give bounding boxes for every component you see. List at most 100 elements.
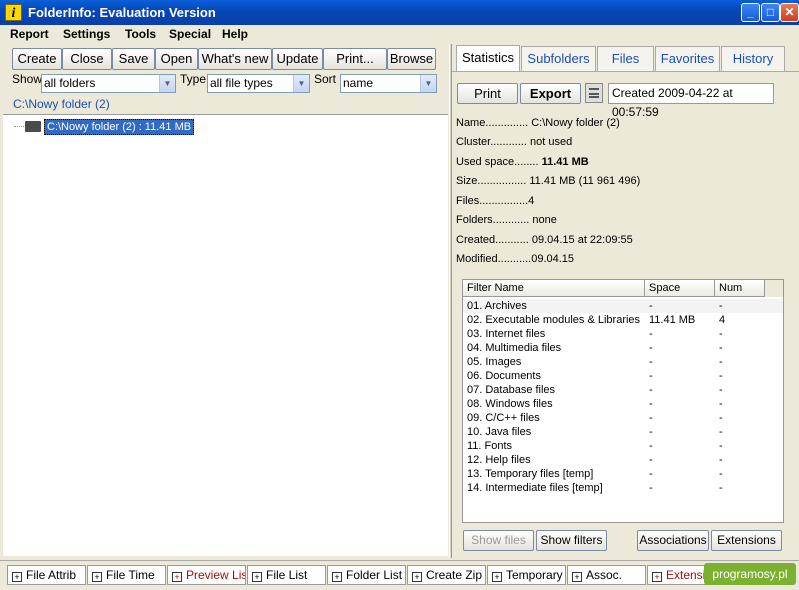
- folder-list-button[interactable]: + Folder List: [327, 565, 406, 585]
- chevron-down-icon[interactable]: ▼: [293, 75, 309, 92]
- table-row[interactable]: 13. Temporary files [temp] - -: [463, 467, 783, 481]
- info-value: 09.04.15: [531, 253, 575, 265]
- sort-label: Sort: [314, 72, 337, 86]
- column-space[interactable]: Space: [645, 280, 715, 297]
- cell-num: -: [719, 440, 723, 452]
- menu-help[interactable]: Help: [222, 27, 248, 41]
- table-row[interactable]: 04. Multimedia files - -: [463, 341, 783, 355]
- table-row[interactable]: 14. Intermediate files [temp] - -: [463, 481, 783, 495]
- table-row[interactable]: 06. Documents - -: [463, 369, 783, 383]
- table-row[interactable]: 09. C/C++ files - -: [463, 411, 783, 425]
- table-row[interactable]: 11. Fonts - -: [463, 439, 783, 453]
- menu-report[interactable]: Report: [10, 27, 49, 41]
- table-row[interactable]: 02. Executable modules & Libraries 11.41 …: [463, 313, 783, 327]
- menu-special[interactable]: Special: [169, 27, 211, 41]
- tab-history[interactable]: History: [721, 46, 785, 71]
- save-button[interactable]: Save: [112, 48, 155, 70]
- file-attrib-button[interactable]: + File Attrib: [7, 565, 86, 585]
- file-list-button[interactable]: + File List: [247, 565, 326, 585]
- preview-list-button[interactable]: + Preview List: [167, 565, 246, 585]
- whats-new-button[interactable]: What's new: [198, 48, 272, 70]
- cell-space: -: [649, 328, 653, 340]
- type-dropdown[interactable]: all file types ▼: [207, 74, 310, 93]
- folder-tree[interactable]: C:\Nowy folder (2) : 11.41 MB: [3, 114, 448, 556]
- table-row[interactable]: 10. Java files - -: [463, 425, 783, 439]
- column-num[interactable]: Num: [715, 280, 765, 297]
- print-button[interactable]: Print: [457, 83, 518, 104]
- associations-button[interactable]: Associations: [637, 530, 709, 551]
- table-row[interactable]: 08. Windows files - -: [463, 397, 783, 411]
- create-button[interactable]: Create: [12, 48, 62, 70]
- chevron-down-icon[interactable]: ▼: [420, 75, 436, 92]
- cell-num: -: [719, 426, 723, 438]
- info-value: none: [532, 214, 557, 226]
- minimize-button[interactable]: _: [741, 3, 760, 22]
- maximize-button[interactable]: □: [761, 3, 780, 22]
- export-button[interactable]: Export: [520, 83, 581, 104]
- created-timestamp: Created 2009-04-22 at 00:57:59: [608, 83, 774, 119]
- cell-num: -: [719, 370, 723, 382]
- tab-files[interactable]: Files: [597, 46, 654, 71]
- table-row[interactable]: 05. Images - -: [463, 355, 783, 369]
- print-toolbar-button[interactable]: Print...: [323, 48, 387, 70]
- watermark: programosy.pl: [704, 563, 796, 585]
- plus-box-icon: +: [572, 572, 582, 582]
- browse-button[interactable]: Browse: [387, 48, 436, 70]
- show-value: all folders: [44, 76, 96, 90]
- window-title: FolderInfo: Evaluation Version: [28, 5, 216, 20]
- show-files-button[interactable]: Show files: [463, 530, 534, 551]
- info-row-modified: Modified...........09.04.15: [456, 253, 574, 265]
- plus-box-icon: +: [652, 572, 662, 582]
- info-row-created: Created........... 09.04.15 at 22:09:55: [456, 234, 633, 246]
- cell-filter-name: 06. Documents: [467, 370, 541, 382]
- info-label: Used space........: [456, 156, 539, 168]
- info-label: Modified...........: [456, 253, 532, 265]
- filter-table[interactable]: Filter Name Space Num 01. Archives - -02. …: [462, 279, 784, 523]
- file-time-button[interactable]: + File Time: [87, 565, 166, 585]
- current-path: C:\Nowy folder (2): [13, 97, 110, 111]
- menu-settings[interactable]: Settings: [63, 27, 110, 41]
- cell-filter-name: 03. Internet files: [467, 328, 546, 340]
- tab-subfolders[interactable]: Subfolders: [521, 46, 596, 71]
- cell-num: -: [719, 300, 723, 312]
- temporary-button[interactable]: + Temporary: [487, 565, 566, 585]
- tab-favorites[interactable]: Favorites: [655, 46, 720, 71]
- close-button[interactable]: Close: [62, 48, 112, 70]
- info-row-folders: Folders............ none: [456, 214, 557, 226]
- menu-tools[interactable]: Tools: [125, 27, 156, 41]
- show-filters-button[interactable]: Show filters: [536, 530, 607, 551]
- status-bar: + File Attrib + File Time + Preview List + F…: [0, 560, 799, 590]
- table-row[interactable]: 07. Database files - -: [463, 383, 783, 397]
- assoc-button[interactable]: + Assoc.: [567, 565, 646, 585]
- update-button[interactable]: Update: [272, 48, 323, 70]
- cell-space: -: [649, 398, 653, 410]
- table-row[interactable]: 01. Archives - -: [463, 299, 783, 313]
- sort-dropdown[interactable]: name ▼: [340, 74, 437, 93]
- tab-statistics[interactable]: Statistics: [456, 45, 520, 72]
- plus-box-icon: +: [492, 572, 502, 582]
- cell-filter-name: 11. Fonts: [467, 440, 513, 452]
- cell-filter-name: 07. Database files: [467, 384, 556, 396]
- cell-num: -: [719, 412, 723, 424]
- table-row[interactable]: 12. Help files - -: [463, 453, 783, 467]
- info-value: not used: [529, 136, 573, 148]
- cell-filter-name: 13. Temporary files [temp]: [467, 468, 594, 480]
- table-header: Filter Name Space Num: [463, 280, 783, 297]
- list-icon[interactable]: [585, 83, 603, 103]
- create-zip-button[interactable]: + Create Zip: [407, 565, 486, 585]
- close-window-button[interactable]: ✕: [780, 3, 799, 22]
- column-filter-name[interactable]: Filter Name: [463, 280, 645, 297]
- extensions-button[interactable]: Extensions: [711, 530, 782, 551]
- cell-space: -: [649, 300, 653, 312]
- open-button[interactable]: Open: [155, 48, 198, 70]
- button-label: Create Zip: [426, 568, 483, 582]
- table-row[interactable]: 03. Internet files - -: [463, 327, 783, 341]
- info-row-name: Name.............. C:\Nowy folder (2): [456, 117, 620, 129]
- cell-num: 4: [719, 314, 726, 326]
- info-value: 11.41 MB: [541, 156, 589, 168]
- tree-node-selected[interactable]: C:\Nowy folder (2) : 11.41 MB: [44, 119, 195, 135]
- chevron-down-icon[interactable]: ▼: [159, 75, 175, 92]
- cell-num: -: [719, 342, 723, 354]
- show-dropdown[interactable]: all folders ▼: [41, 74, 176, 93]
- cell-space: -: [649, 454, 653, 466]
